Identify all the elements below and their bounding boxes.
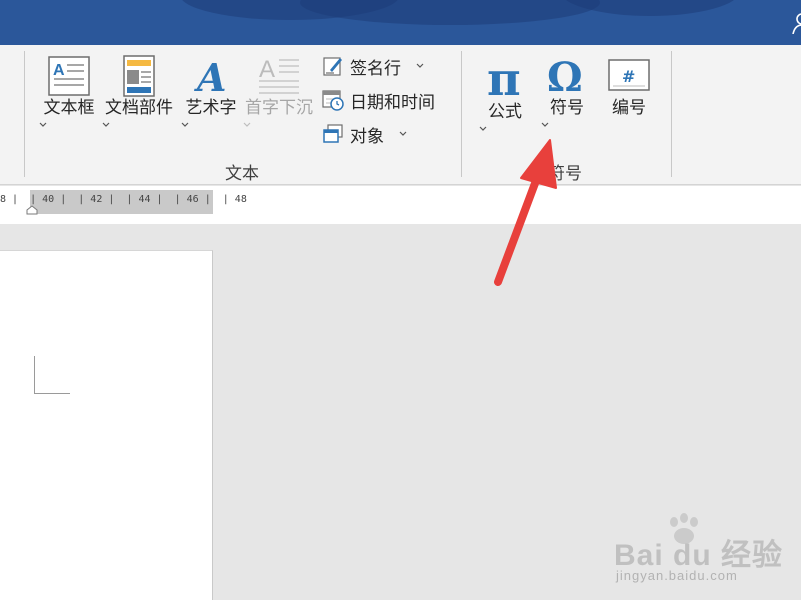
calendar-clock-icon: [322, 90, 344, 111]
chevron-down-icon: [102, 122, 110, 127]
quick-parts-label: 文档部件: [105, 98, 173, 118]
signature-line-label: 签名行: [350, 58, 401, 79]
document-page[interactable]: [0, 250, 213, 600]
title-bar: [0, 0, 801, 45]
symbol-label: 符号: [550, 98, 584, 118]
quick-parts-button[interactable]: 文档部件: [101, 55, 177, 131]
signature-line-button[interactable]: 签名行: [322, 53, 425, 79]
wordart-label: 艺术字: [185, 98, 237, 118]
chevron-down-icon: [181, 122, 189, 127]
chevron-down-icon: [541, 122, 549, 127]
indent-marker-icon[interactable]: [26, 205, 38, 215]
number-sign-icon: #: [608, 59, 650, 91]
textbox-icon: A: [48, 56, 90, 96]
date-time-label: 日期和时间: [350, 92, 435, 113]
insert-ribbon: A 文本框 文档部件 A 艺术字 A 首字下沉 签名行 日期和时间 对象 文本 …: [0, 45, 801, 185]
watermark-site: jingyan.baidu.com: [616, 568, 738, 583]
svg-text:A: A: [194, 55, 226, 97]
title-bar-pattern: [560, 0, 740, 16]
quick-parts-icon: [123, 55, 155, 97]
baidu-watermark: Bai du 经验 jingyan.baidu.com: [614, 512, 784, 592]
textbox-button[interactable]: A 文本框: [38, 55, 100, 131]
drop-cap-button[interactable]: A 首字下沉: [242, 55, 316, 131]
symbols-group-label: 符号: [548, 164, 582, 184]
svg-text:Ω: Ω: [547, 55, 583, 97]
number-label: 编号: [612, 98, 646, 118]
equation-button[interactable]: π 公式: [478, 55, 532, 135]
signature-pen-icon: [323, 57, 342, 76]
chevron-down-icon: [416, 63, 424, 68]
ribbon-separator: [24, 51, 25, 177]
equation-label: 公式: [488, 102, 522, 122]
svg-text:A: A: [53, 62, 65, 79]
user-account-icon[interactable]: [791, 12, 801, 34]
textbox-label: 文本框: [43, 98, 95, 118]
object-button[interactable]: 对象: [322, 121, 408, 147]
chevron-down-icon: [479, 126, 487, 131]
omega-icon: Ω: [547, 55, 583, 97]
wordart-icon: A: [194, 55, 226, 97]
ribbon-separator: [461, 51, 462, 177]
svg-text:#: #: [622, 67, 635, 86]
title-bar-pattern: [300, 0, 600, 25]
date-time-button[interactable]: 日期和时间: [322, 87, 435, 113]
drop-cap-label: 首字下沉: [245, 98, 313, 118]
chevron-down-icon: [399, 131, 407, 136]
text-group-label: 文本: [225, 164, 259, 184]
svg-text:A: A: [259, 56, 275, 83]
ruler-ticks: 8 | | 40 | | 42 | | 44 | | 46 | | 48: [0, 194, 247, 205]
object-label: 对象: [350, 126, 384, 147]
symbol-button[interactable]: Ω 符号: [540, 55, 594, 131]
horizontal-ruler[interactable]: 8 | | 40 | | 42 | | 44 | | 46 | | 48: [0, 190, 247, 215]
page-corner-mark: [34, 356, 70, 394]
svg-text:π: π: [487, 55, 521, 101]
wordart-button[interactable]: A 艺术字: [180, 55, 242, 131]
object-icon: [323, 124, 343, 143]
drop-cap-icon: A: [259, 56, 299, 94]
ribbon-separator: [671, 51, 672, 177]
pi-icon: π: [487, 55, 521, 101]
chevron-down-icon: [39, 122, 47, 127]
chevron-down-icon: [243, 122, 251, 127]
number-button[interactable]: # 编号: [602, 55, 656, 119]
